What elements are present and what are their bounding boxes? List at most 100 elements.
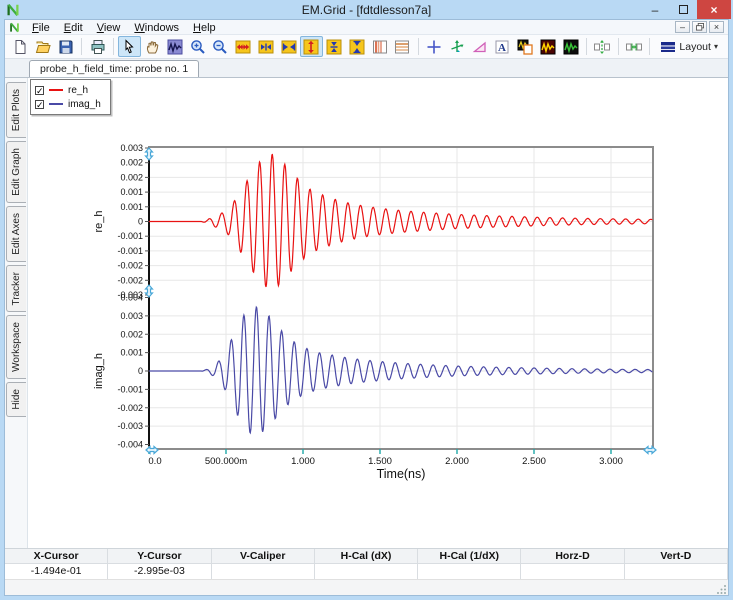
new-file-button[interactable] xyxy=(9,36,32,57)
sidebar-tab-edit-graph[interactable]: Edit Graph xyxy=(6,141,26,203)
shrink-x-button[interactable] xyxy=(254,36,277,57)
text-note-button[interactable]: A xyxy=(491,36,514,57)
slope-button[interactable] xyxy=(468,36,491,57)
sidebar-tab-hide[interactable]: Hide xyxy=(6,382,26,417)
expand-x-button[interactable] xyxy=(232,36,255,57)
axis-scale-handle[interactable] xyxy=(146,148,153,160)
legend-line-sample xyxy=(49,103,63,105)
status-value-h-cal-dx xyxy=(315,564,418,579)
legend-checkbox-imag-h[interactable]: ✓ xyxy=(35,100,44,109)
sidebar-tab-workspace[interactable]: Workspace xyxy=(6,315,26,379)
y-tick-label: 0 xyxy=(138,217,143,227)
mdi-minimize-button[interactable]: – xyxy=(675,21,690,33)
status-header-h-cal-dx: H-Cal (dX) xyxy=(315,549,418,564)
axes-tracker-button[interactable] xyxy=(445,36,468,57)
sidebar-tab-edit-axes[interactable]: Edit Axes xyxy=(6,206,26,262)
fit-y-button[interactable] xyxy=(345,36,368,57)
sidebar-tab-label: Workspace xyxy=(11,316,22,378)
y-tick-label: 0.003 xyxy=(120,311,143,321)
layout-button[interactable]: Layout▾ xyxy=(654,36,724,57)
mdi-restore-button[interactable] xyxy=(692,21,707,33)
chart-canvas[interactable]: 0.003 0.002 0.002 0.001 0.001 0 -0.001 -0.001 -0… xyxy=(28,78,730,550)
sidebar-tab-label: Edit Plots xyxy=(11,83,22,137)
toolbar-separator xyxy=(618,38,619,55)
status-header-h-cal-1-dx: H-Cal (1/dX) xyxy=(418,549,521,564)
y-tick-label: 0.001 xyxy=(120,202,143,212)
toolbar-separator xyxy=(418,38,419,55)
status-header-x-cursor: X-Cursor xyxy=(5,549,108,564)
crosshair-icon xyxy=(426,39,442,55)
status-header-v-caliper: V-Caliper xyxy=(212,549,315,564)
plot-mode-button[interactable] xyxy=(163,36,186,57)
expand-x-icon xyxy=(235,39,251,55)
fit-y-icon xyxy=(349,39,365,55)
maximize-icon xyxy=(679,5,688,14)
legend-checkbox-re-h[interactable]: ✓ xyxy=(35,86,44,95)
cursor-status-bar: X-CursorY-CursorV-CaliperH-Cal (dX)H-Cal… xyxy=(5,548,728,595)
v-caliper-icon xyxy=(372,39,388,55)
zoom-out-button[interactable] xyxy=(209,36,232,57)
y-tick-label: 0.002 xyxy=(120,158,143,168)
svg-text:A: A xyxy=(498,42,506,54)
pointer-button[interactable] xyxy=(118,36,141,57)
layout-button-label: Layout xyxy=(679,41,711,53)
expand-y-icon xyxy=(303,39,319,55)
axis-scale-handle[interactable] xyxy=(644,447,656,454)
toolbar: A Layout▾ xyxy=(5,35,728,59)
wave-style-red-button[interactable] xyxy=(536,36,559,57)
minimize-button[interactable]: – xyxy=(641,0,669,19)
sync-y-icon xyxy=(594,39,610,55)
shrink-y-button[interactable] xyxy=(323,36,346,57)
tab-probe-h-field-time[interactable]: probe_h_field_time: probe no. 1 xyxy=(29,60,199,77)
axis-scale-handle[interactable] xyxy=(146,447,158,454)
expand-y-button[interactable] xyxy=(300,36,323,57)
status-strip xyxy=(5,579,728,595)
sidebar-tab-label: Hide xyxy=(11,383,22,416)
y-tick-label: -0.001 xyxy=(117,246,143,256)
plot-mode-icon xyxy=(167,39,183,55)
pointer-icon xyxy=(121,39,137,55)
y-tick-label: -0.002 xyxy=(117,403,143,413)
v-caliper-button[interactable] xyxy=(368,36,391,57)
sidebar-tab-tracker[interactable]: Tracker xyxy=(6,265,26,313)
text-note-icon: A xyxy=(494,39,510,55)
copy-graph-button[interactable] xyxy=(514,36,537,57)
wave-style-black-button[interactable] xyxy=(559,36,582,57)
maximize-button[interactable] xyxy=(669,0,697,19)
y-axis-title-re_h: re_h xyxy=(93,210,105,232)
mdi-close-button[interactable]: × xyxy=(709,21,724,33)
sync-x-button[interactable] xyxy=(623,36,646,57)
x-tick-label: 500.000m xyxy=(205,456,247,467)
menu-windows[interactable]: Windows xyxy=(127,22,186,34)
menu-view[interactable]: View xyxy=(90,22,128,34)
crosshair-button[interactable] xyxy=(423,36,446,57)
curve-re_h xyxy=(149,155,652,287)
sync-y-button[interactable] xyxy=(591,36,614,57)
zoom-in-button[interactable] xyxy=(186,36,209,57)
y-tick-label: 0.002 xyxy=(120,329,143,339)
menu-edit[interactable]: Edit xyxy=(57,22,90,34)
menu-help[interactable]: Help xyxy=(186,22,223,34)
fit-x-button[interactable] xyxy=(277,36,300,57)
y-tick-label: 0.001 xyxy=(120,187,143,197)
save-button[interactable] xyxy=(55,36,78,57)
open-folder-button[interactable] xyxy=(32,36,55,57)
x-tick-label: 1.500 xyxy=(368,456,392,467)
status-header-horz-d: Horz-D xyxy=(521,549,624,564)
copy-graph-icon xyxy=(517,39,533,55)
h-caliper-button[interactable] xyxy=(391,36,414,57)
pan-hand-button[interactable] xyxy=(141,36,164,57)
menu-bar: FileEditViewWindowsHelp – × xyxy=(5,20,728,35)
x-axis-title: Time(ns) xyxy=(377,467,426,481)
sidebar-tab-edit-plots[interactable]: Edit Plots xyxy=(6,82,26,138)
print-button[interactable] xyxy=(86,36,109,57)
close-button[interactable]: × xyxy=(697,0,731,19)
resize-grip[interactable] xyxy=(717,584,727,594)
wave-style-red-icon xyxy=(540,39,556,55)
y-tick-label: -0.001 xyxy=(117,384,143,394)
status-value-horz-d xyxy=(521,564,624,579)
menu-file[interactable]: File xyxy=(25,22,57,34)
legend-label: imag_h xyxy=(68,99,101,110)
status-value-vert-d xyxy=(625,564,728,579)
emgrid-logo-icon xyxy=(6,3,20,17)
